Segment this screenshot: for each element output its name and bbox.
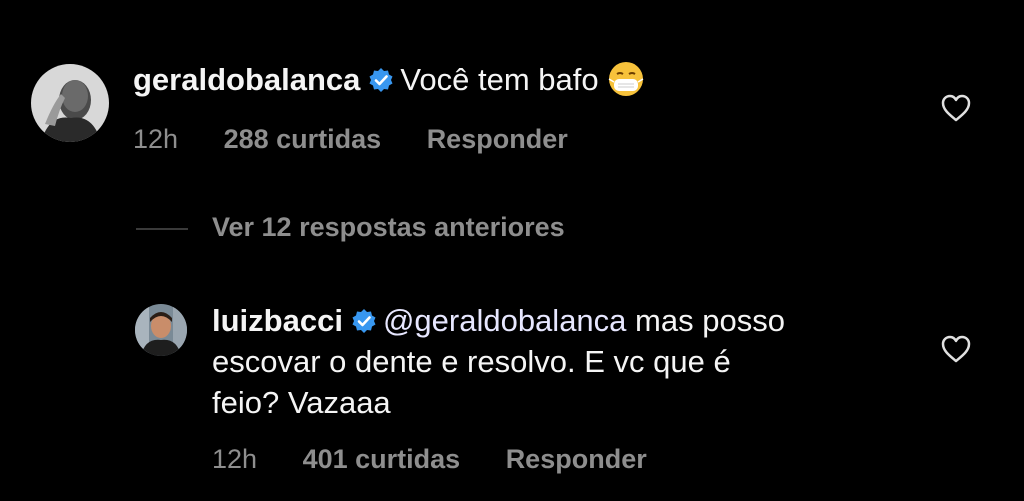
verified-badge-icon xyxy=(352,309,376,333)
username[interactable]: geraldobalanca xyxy=(133,62,360,97)
view-more-replies-link[interactable]: Ver 12 respostas anteriores xyxy=(212,212,565,243)
verified-badge-icon xyxy=(369,68,393,92)
divider xyxy=(136,228,188,230)
likes-count[interactable]: 288 curtidas xyxy=(224,124,382,154)
timestamp: 12h xyxy=(133,124,179,154)
comment-text: geraldobalanca Você tem bafo xyxy=(133,60,645,106)
avatar[interactable] xyxy=(31,64,109,142)
heart-icon[interactable] xyxy=(940,334,972,369)
mention-link[interactable]: @geraldobalanca xyxy=(383,303,626,338)
comment-text: luizbacci @geraldobalanca mas posso xyxy=(212,302,785,339)
avatar[interactable] xyxy=(135,304,187,356)
comment-body-line3: feio? Vazaaa xyxy=(212,385,391,420)
likes-count[interactable]: 401 curtidas xyxy=(303,444,461,474)
heart-icon[interactable] xyxy=(940,93,972,128)
comment-meta: 12h 288 curtidas Responder xyxy=(133,124,606,155)
username[interactable]: luizbacci xyxy=(212,303,343,338)
mask-face-emoji-icon xyxy=(607,60,645,106)
timestamp: 12h xyxy=(212,444,258,474)
comment-meta: 12h 401 curtidas Responder xyxy=(212,444,685,475)
comment-body-line2: escovar o dente e resolvo. E vc que é xyxy=(212,344,731,379)
comment-body-line1: mas posso xyxy=(626,303,785,338)
reply-button[interactable]: Responder xyxy=(427,124,568,154)
reply-button[interactable]: Responder xyxy=(506,444,647,474)
comment-body: Você tem bafo xyxy=(400,62,599,97)
